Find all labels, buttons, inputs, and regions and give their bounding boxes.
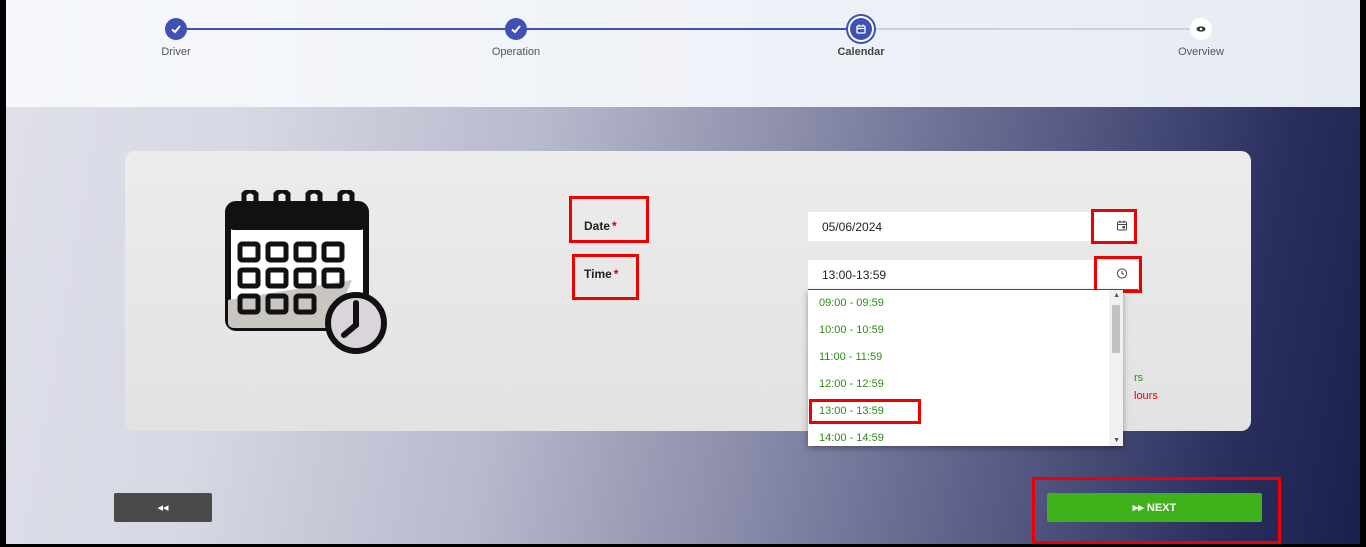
highlight-box — [1091, 209, 1137, 244]
step-overview[interactable]: Overview — [1141, 18, 1261, 58]
step-label: Calendar — [837, 46, 885, 58]
rewind-icon: ◂◂ — [157, 502, 169, 514]
calendar-icon — [850, 18, 872, 40]
legend-available: rs — [1134, 372, 1144, 384]
time-option[interactable]: 14:00 - 14:59 — [808, 425, 1123, 446]
time-option[interactable]: 12:00 - 12:59 — [808, 371, 1123, 398]
time-option[interactable]: 09:00 - 09:59 — [808, 290, 1123, 317]
time-value: 13:00-13:59 — [822, 267, 887, 282]
time-option[interactable]: 11:00 - 11:59 — [808, 344, 1123, 371]
step-operation[interactable]: Operation — [456, 18, 576, 58]
scroll-up-icon[interactable]: ▲ — [1113, 292, 1120, 299]
highlight-box — [809, 399, 921, 424]
check-icon — [505, 18, 527, 40]
step-driver[interactable]: Driver — [116, 18, 236, 58]
date-input[interactable]: 05/06/2024 — [808, 212, 1138, 241]
highlight-box — [1094, 256, 1142, 293]
scroll-down-icon[interactable]: ▼ — [1113, 437, 1120, 444]
highlight-box — [1032, 477, 1281, 544]
page: Driver Operation Calendar Overview Date … — [6, 0, 1360, 544]
time-select[interactable]: 13:00-13:59 — [808, 260, 1138, 290]
highlight-box — [569, 196, 649, 243]
step-label: Driver — [161, 46, 191, 58]
highlight-box — [572, 254, 639, 300]
eye-icon — [1190, 18, 1212, 40]
time-option[interactable]: 10:00 - 10:59 — [808, 317, 1123, 344]
step-calendar[interactable]: Calendar — [801, 18, 921, 58]
legend-unavailable: lours — [1134, 390, 1158, 402]
back-button[interactable]: ◂◂ — [114, 493, 212, 522]
step-label: Operation — [491, 46, 541, 58]
date-value: 05/06/2024 — [822, 219, 883, 234]
stepper: Driver Operation Calendar Overview — [6, 0, 1360, 107]
calendar-clock-illustration-icon — [222, 188, 392, 365]
step-label: Overview — [1178, 46, 1224, 58]
scroll-thumb[interactable] — [1112, 305, 1120, 353]
dropdown-scrollbar[interactable]: ▲ ▼ — [1109, 290, 1123, 446]
check-icon — [165, 18, 187, 40]
